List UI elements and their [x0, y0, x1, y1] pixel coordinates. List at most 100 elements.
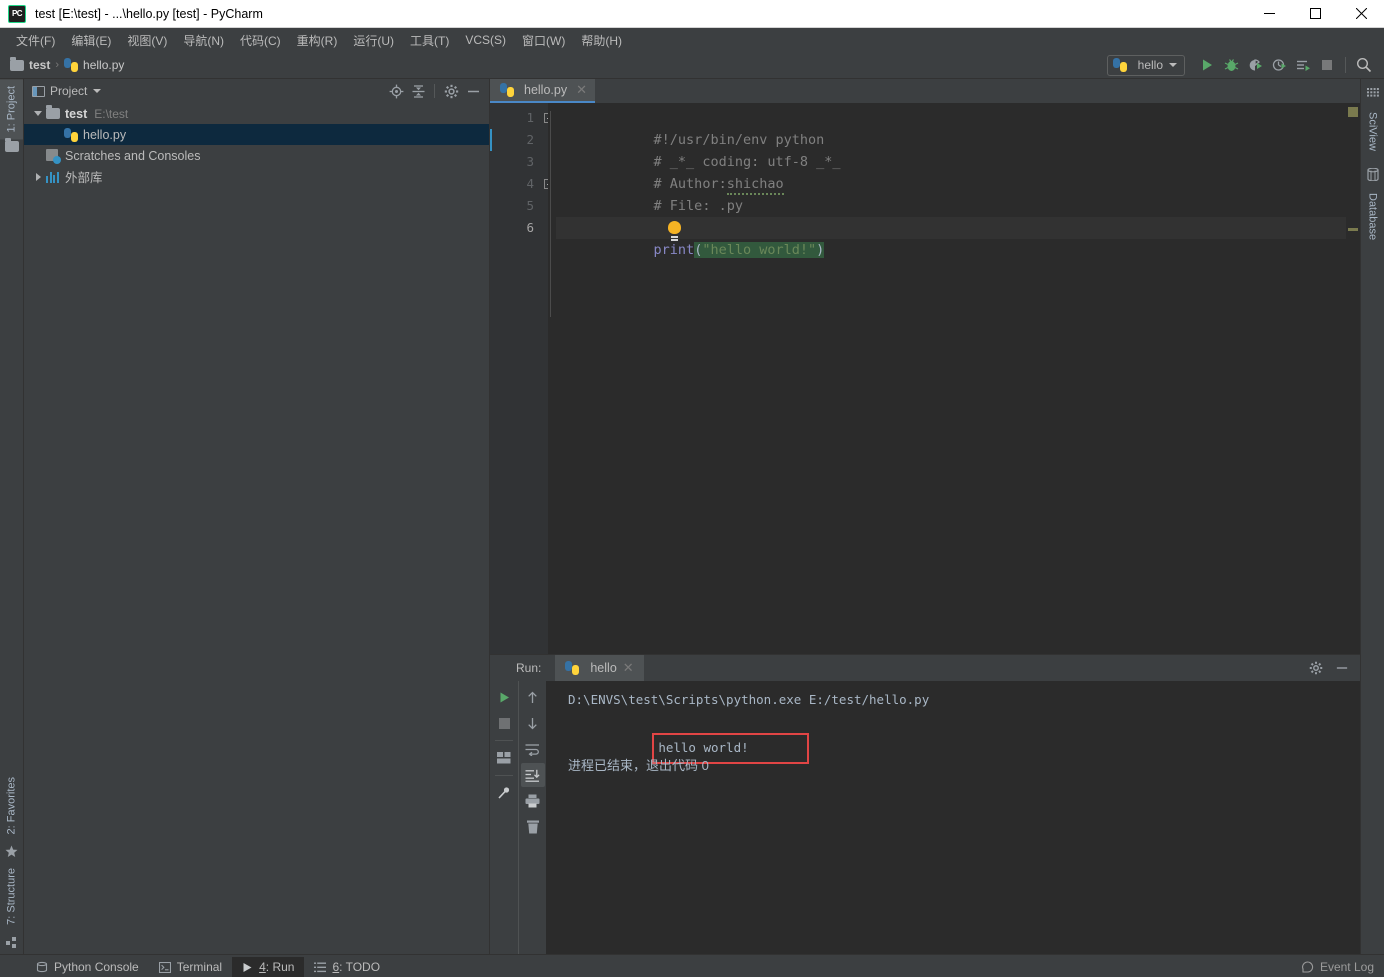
profile-button[interactable]	[1267, 54, 1291, 76]
run-tab-hello[interactable]: hello ✕	[555, 655, 644, 681]
bottom-tab-terminal[interactable]: Terminal	[149, 957, 232, 977]
run-panel-actions	[1306, 658, 1360, 678]
gear-icon[interactable]	[1306, 658, 1326, 678]
close-button[interactable]	[1338, 0, 1384, 28]
console-scrollbar[interactable]	[1346, 681, 1360, 954]
caret-marker	[1348, 228, 1358, 231]
layout-settings-icon[interactable]	[492, 746, 516, 770]
tree-row-scratches[interactable]: Scratches and Consoles	[24, 145, 489, 166]
close-icon[interactable]: ✕	[576, 82, 587, 98]
menu-bar: 文件(F) 编辑(E) 视图(V) 导航(N) 代码(C) 重构(R) 运行(U…	[0, 28, 1384, 52]
project-panel-header: Project	[24, 79, 489, 103]
sidebar-tab-structure[interactable]: 7: Structure	[0, 861, 23, 932]
menu-tools[interactable]: 工具(T)	[402, 30, 457, 51]
close-icon[interactable]: ✕	[623, 660, 634, 676]
run-icon	[242, 962, 253, 973]
breadcrumb-project[interactable]: test	[29, 58, 50, 72]
code-editor[interactable]: 1 2 3 4 5 6 #!/usr/bin/env python # _*_ …	[490, 103, 1360, 654]
print-icon[interactable]	[521, 789, 545, 813]
menu-navigate[interactable]: 导航(N)	[175, 30, 232, 51]
menu-edit[interactable]: 编辑(E)	[63, 30, 119, 51]
chevron-down-icon[interactable]	[93, 89, 102, 93]
star-icon	[0, 841, 23, 861]
project-panel-title: Project	[50, 84, 88, 98]
sidebar-tab-project-label: 1: Project	[5, 86, 18, 133]
scroll-to-end-icon[interactable]	[520, 763, 545, 787]
bottom-tool-bar: Python Console Terminal 4: Run 6: TODO E…	[0, 954, 1384, 977]
run-with-coverage-button[interactable]	[1243, 54, 1267, 76]
bottom-tab-terminal-label: Terminal	[176, 960, 223, 974]
console-output[interactable]: D:\ENVS\test\Scripts\python.exe E:/test/…	[546, 681, 1346, 954]
tree-row-project-root[interactable]: test E:\test	[24, 103, 489, 124]
todo-icon	[314, 962, 327, 973]
run-configuration-selector[interactable]: hello	[1106, 54, 1185, 76]
menu-window[interactable]: 窗口(W)	[514, 30, 573, 51]
bottom-tab-run-mnemonic: 4	[259, 960, 266, 974]
code-area[interactable]: #!/usr/bin/env python # _*_ coding: utf-…	[548, 103, 1346, 654]
chevron-right-icon[interactable]	[30, 172, 46, 181]
editor-tab-hello-py[interactable]: hello.py ✕	[490, 79, 595, 103]
window-title: test [E:\test] - ...\hello.py [test] - P…	[35, 6, 263, 21]
event-log-button[interactable]: Event Log	[1302, 960, 1384, 974]
clear-all-icon[interactable]	[521, 815, 545, 839]
warning-marker[interactable]	[1348, 107, 1358, 117]
run-button[interactable]	[1195, 54, 1219, 76]
editor-tab-label: hello.py	[524, 83, 568, 97]
intention-bulb-icon[interactable]	[667, 221, 681, 238]
sidebar-tab-database-label: Database	[1366, 192, 1379, 241]
pin-icon[interactable]	[492, 781, 516, 805]
bottom-tab-python-console[interactable]: Python Console	[26, 957, 149, 977]
run-panel-label: Run:	[516, 661, 542, 675]
event-log-label: Event Log	[1319, 960, 1374, 974]
hide-panel-icon[interactable]	[1332, 658, 1352, 678]
menu-run[interactable]: 运行(U)	[345, 30, 402, 51]
breadcrumb-separator: ›	[55, 59, 60, 71]
folder-icon	[10, 56, 24, 71]
database-icon	[1361, 164, 1384, 186]
bottom-tab-todo[interactable]: 6: TODO	[304, 957, 390, 977]
breadcrumb: test › hello.py	[10, 56, 124, 72]
search-everywhere-icon[interactable]	[1352, 54, 1376, 76]
sidebar-tab-favorites-label: 2: Favorites	[5, 776, 18, 835]
scroll-up-icon[interactable]	[521, 685, 545, 709]
rerun-icon[interactable]	[492, 685, 516, 709]
run-configuration-label: hello	[1137, 58, 1163, 72]
collapse-all-icon[interactable]	[408, 81, 428, 101]
line-number-5: 5	[526, 198, 534, 213]
run-with-params-button[interactable]	[1291, 54, 1315, 76]
tree-row-hello-py[interactable]: hello.py	[24, 124, 489, 145]
menu-refactor[interactable]: 重构(R)	[289, 30, 346, 51]
stop-button[interactable]	[1315, 54, 1339, 76]
minimize-button[interactable]	[1246, 0, 1292, 28]
breadcrumb-file[interactable]: hello.py	[83, 58, 124, 72]
chevron-down-icon[interactable]	[30, 111, 46, 116]
gear-icon[interactable]	[441, 81, 461, 101]
scroll-down-icon[interactable]	[521, 711, 545, 735]
tree-path-root: E:\test	[94, 106, 129, 121]
sidebar-tab-favorites[interactable]: 2: Favorites	[0, 770, 23, 841]
sidebar-tab-project[interactable]: 1: Project	[0, 79, 23, 140]
editor-gutter[interactable]: 1 2 3 4 5 6	[490, 103, 554, 654]
tree-row-external-libraries[interactable]: 外部库	[24, 166, 489, 187]
menu-help[interactable]: 帮助(H)	[573, 30, 630, 51]
bottom-tab-run[interactable]: 4: Run	[232, 957, 305, 977]
menu-file[interactable]: 文件(F)	[8, 30, 63, 51]
structure-icon	[0, 932, 23, 954]
debug-button[interactable]	[1219, 54, 1243, 76]
hide-panel-icon[interactable]	[463, 81, 483, 101]
menu-code[interactable]: 代码(C)	[232, 30, 289, 51]
stop-icon[interactable]	[492, 711, 516, 735]
sidebar-tab-sciview[interactable]: SciView	[1361, 105, 1384, 158]
python-file-icon	[565, 661, 580, 675]
sidebar-tab-database[interactable]: Database	[1361, 186, 1384, 247]
project-view-icon	[32, 85, 45, 97]
editor-column: hello.py ✕ 1 2 3 4 5 6 #!/usr/bin/env py…	[490, 79, 1360, 954]
toolbar-actions: hello	[1106, 54, 1384, 76]
run-tool-buttons	[490, 681, 546, 954]
maximize-button[interactable]	[1292, 0, 1338, 28]
locate-icon[interactable]	[386, 81, 406, 101]
menu-vcs[interactable]: VCS(S)	[457, 31, 514, 49]
menu-view[interactable]: 视图(V)	[119, 30, 175, 51]
editor-scrollbar[interactable]	[1346, 103, 1360, 654]
soft-wrap-icon[interactable]	[521, 737, 545, 761]
